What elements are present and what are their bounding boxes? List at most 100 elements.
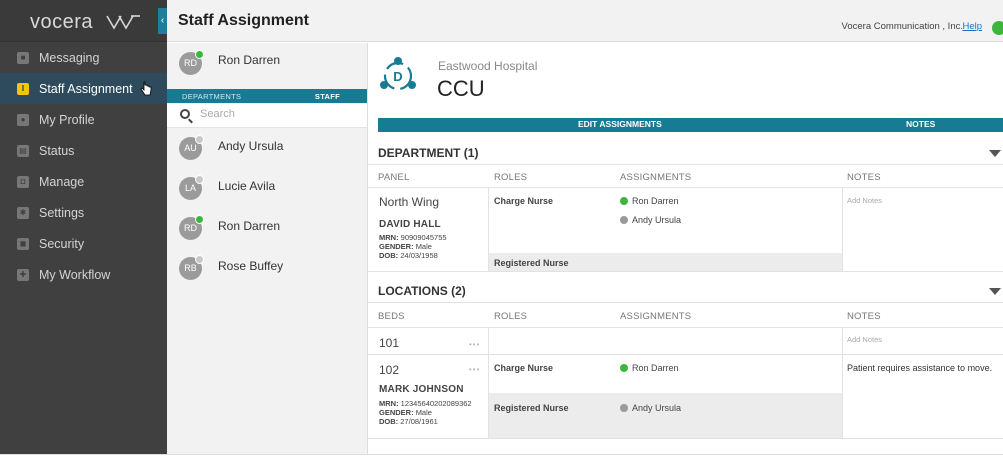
col-header-notes: NOTES [847,311,881,322]
workflow-icon: ✚ [17,268,29,281]
department-name: CCU [437,76,485,101]
status-icon: ▤ [17,144,29,157]
security-icon: ◼ [17,237,29,250]
nav-item-status[interactable]: ▤ Status [0,135,167,166]
divider [842,327,843,438]
avatar-initials: LA [184,183,196,193]
avatar-initials: RD [184,223,197,233]
message-icon: ■ [17,51,29,64]
nav-item-label: My Profile [39,112,95,127]
nav-item-label: Security [39,236,85,251]
col-header-assignments: ASSIGNMENTS [620,311,692,322]
patient-name: MARK JOHNSON [379,384,464,395]
tab-departments[interactable]: DEPARTMENTS [182,92,241,101]
nav-item-label: My Workflow [39,267,111,282]
row-highlight [488,393,842,438]
edit-assignments-button[interactable]: EDIT ASSIGNMENTS [578,119,662,129]
staff-panel: RD Ron Darren DEPARTMENTS STAFF AU Andy … [167,43,368,454]
panel-name[interactable]: North Wing [379,195,439,209]
nav-item-label: Staff Assignment [39,81,133,96]
nav-item-my-workflow[interactable]: ✚ My Workflow [0,259,167,290]
collapse-nav-button[interactable]: ‹ [158,8,167,34]
panel-tabs: DEPARTMENTS STAFF [167,89,367,103]
profile-icon: ● [17,113,29,126]
nav-item-manage[interactable]: ◘ Manage [0,166,167,197]
bed-number[interactable]: 102 [379,363,399,377]
department-icon: D [380,57,416,91]
patient-name: DAVID HALL [379,219,441,230]
nav-item-security[interactable]: ◼ Security [0,228,167,259]
col-header-notes: NOTES [847,172,881,183]
more-options-icon[interactable]: ••• [469,365,480,374]
nav-item-messaging[interactable]: ■ Messaging [0,42,167,73]
current-user[interactable]: RD Ron Darren [167,43,367,83]
search-input[interactable] [200,108,350,120]
hospital-name: Eastwood Hospital [438,59,538,73]
divider [368,271,1003,272]
left-nav: vocera ‹ ■ Messaging ǁ Staff Assignment … [0,0,167,454]
settings-icon: ✱ [17,206,29,219]
collapse-locations-caret-icon[interactable] [989,288,1001,295]
divider [488,327,489,438]
staff-name: Lucie Avila [218,179,276,193]
page-title: Staff Assignment [178,12,309,29]
avatar-initials: AU [184,143,197,153]
patient-details: MRN: 12345640202089362 GENDER: Male DOB:… [379,399,472,426]
more-options-icon[interactable]: ••• [469,340,480,349]
notes-button[interactable]: NOTES [906,119,935,129]
brand-logo: vocera [30,11,94,33]
main-content: D Eastwood Hospital CCU EDIT ASSIGNMENTS… [368,43,1003,454]
hand-cursor-icon [140,81,152,96]
avatar-initials: RD [184,58,197,68]
user-status-indicator[interactable] [992,21,1003,35]
assignee-name: Ron Darren [632,363,679,373]
bed-note[interactable]: Patient requires assistance to move. [847,363,992,373]
status-dot [620,197,628,205]
nav-item-staff-assignment[interactable]: ǁ Staff Assignment [0,73,167,104]
staff-list-item[interactable]: RD Ron Darren [167,209,367,249]
staff-icon: ǁ [17,82,29,95]
assignee-name: Ron Darren [632,196,679,206]
status-dot [620,364,628,372]
col-header-roles: ROLES [494,172,528,183]
staff-list-item[interactable]: RB Rose Buffey [167,249,367,289]
add-notes-field[interactable]: Add Notes [847,335,882,344]
staff-list-item[interactable]: AU Andy Ursula [167,129,367,169]
nav-item-settings[interactable]: ✱ Settings [0,197,167,228]
tab-staff[interactable]: STAFF [315,92,340,101]
nav-item-label: Messaging [39,50,100,65]
company-name: Vocera Communication , Inc. [841,21,963,32]
nav-item-label: Status [39,143,75,158]
assignment-item[interactable]: Ron Darren [620,196,679,206]
col-header-beds: BEDS [378,311,405,322]
add-notes-field[interactable]: Add Notes [847,196,882,205]
divider [368,354,1003,355]
manage-icon: ◘ [17,175,29,188]
help-link[interactable]: Help [962,21,982,32]
staff-name: Rose Buffey [218,259,284,273]
col-header-assignments: ASSIGNMENTS [620,172,692,183]
avatar-initials: RB [184,263,197,273]
divider [368,327,1003,328]
staff-list-item[interactable]: LA Lucie Avila [167,169,367,209]
nav-item-label: Manage [39,174,85,189]
status-dot [195,215,204,224]
search-box [167,104,367,128]
nav-item-my-profile[interactable]: ● My Profile [0,104,167,135]
vocera-mark-icon [106,15,140,30]
staff-name: Ron Darren [218,219,281,233]
status-dot [620,404,628,412]
status-dot [195,135,204,144]
staff-name: Andy Ursula [218,139,284,153]
divider [368,302,1003,303]
divider [842,187,843,271]
assignment-item[interactable]: Ron Darren [620,363,679,373]
bed-number[interactable]: 101 [379,336,399,350]
assignment-item[interactable]: Andy Ursula [620,403,681,413]
divider [368,187,1003,188]
assignment-item[interactable]: Andy Ursula [620,215,681,225]
status-dot [195,50,204,59]
avatar: LA [179,175,204,200]
brand-bar: vocera ‹ [0,0,167,42]
collapse-department-caret-icon[interactable] [989,150,1001,157]
